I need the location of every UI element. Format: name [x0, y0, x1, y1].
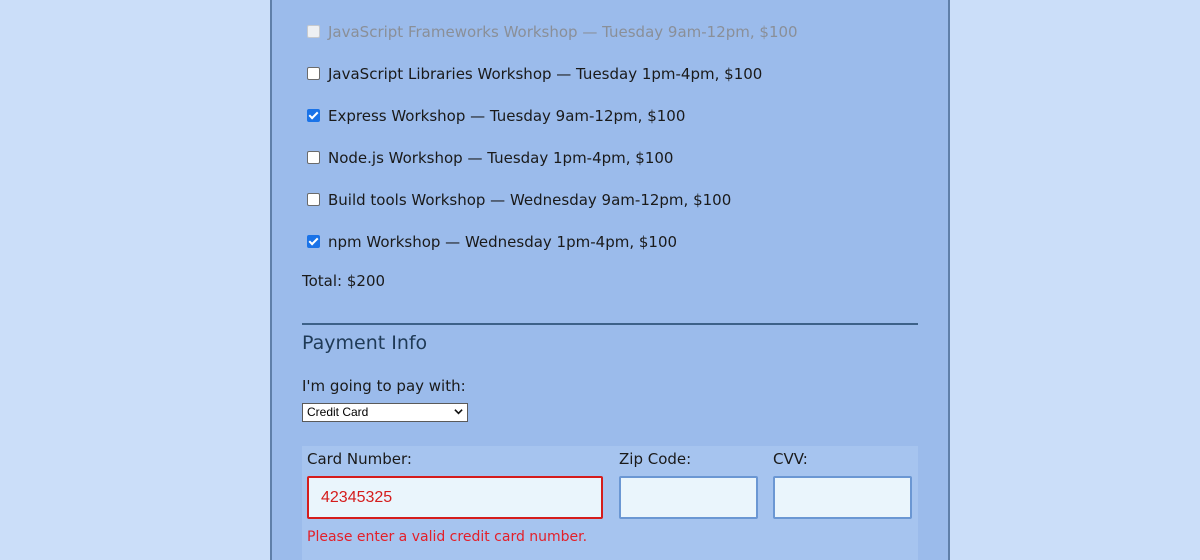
cvv-input[interactable]: [773, 476, 912, 519]
chevron-down-icon: [454, 409, 463, 415]
payment-method-selected: Credit Card: [307, 405, 369, 419]
activity-label: Express Workshop — Tuesday 9am-12pm, $10…: [328, 107, 686, 125]
activity-build-tools[interactable]: Build tools Workshop — Wednesday 9am-12p…: [302, 191, 731, 209]
activity-js-libraries[interactable]: JavaScript Libraries Workshop — Tuesday …: [302, 65, 762, 83]
activity-node[interactable]: Node.js Workshop — Tuesday 1pm-4pm, $100: [302, 149, 673, 167]
activity-label: Node.js Workshop — Tuesday 1pm-4pm, $100: [328, 149, 674, 167]
section-divider: [302, 323, 918, 325]
activity-js-frameworks: JavaScript Frameworks Workshop — Tuesday…: [302, 23, 798, 41]
card-number-label: Card Number:: [307, 450, 412, 468]
registration-form: JavaScript Frameworks Workshop — Tuesday…: [270, 0, 950, 560]
payment-method-label: I'm going to pay with:: [302, 377, 466, 395]
activity-label: Build tools Workshop — Wednesday 9am-12p…: [328, 191, 732, 209]
activity-checkbox-npm[interactable]: [307, 234, 320, 248]
activity-label: JavaScript Frameworks Workshop — Tuesday…: [328, 23, 798, 41]
zip-code-label: Zip Code:: [619, 450, 692, 468]
payment-method-select[interactable]: Credit Card: [302, 403, 468, 422]
activity-checkbox-express[interactable]: [307, 108, 320, 122]
card-number-input[interactable]: 42345325: [307, 476, 603, 519]
zip-code-input[interactable]: [619, 476, 758, 519]
activity-checkbox-build-tools[interactable]: [307, 192, 320, 206]
activities-total: Total: $200: [302, 272, 386, 290]
activity-checkbox-js-frameworks[interactable]: [307, 24, 320, 38]
cvv-label: CVV:: [773, 450, 808, 468]
activity-express[interactable]: Express Workshop — Tuesday 9am-12pm, $10…: [302, 107, 685, 125]
activity-label: JavaScript Libraries Workshop — Tuesday …: [328, 65, 763, 83]
activity-checkbox-js-libraries[interactable]: [307, 66, 320, 80]
payment-section-title: Payment Info: [302, 332, 428, 354]
activity-checkbox-node[interactable]: [307, 150, 320, 164]
activity-label: npm Workshop — Wednesday 1pm-4pm, $100: [328, 233, 678, 251]
card-number-error: Please enter a valid credit card number.: [307, 529, 588, 545]
activity-npm[interactable]: npm Workshop — Wednesday 1pm-4pm, $100: [302, 233, 677, 251]
